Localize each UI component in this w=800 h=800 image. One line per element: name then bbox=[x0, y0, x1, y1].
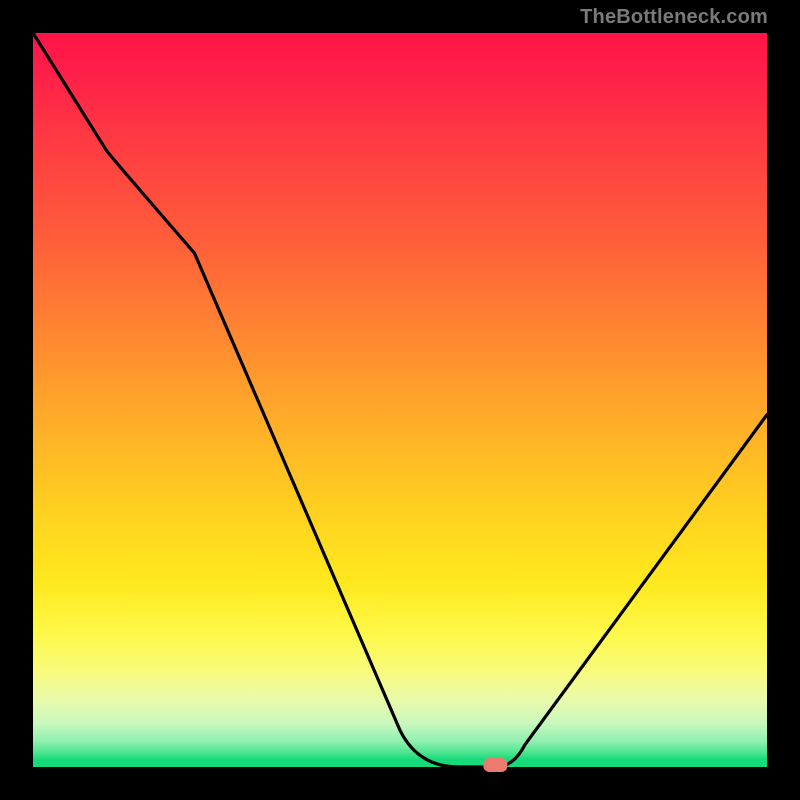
bottleneck-curve bbox=[33, 33, 767, 767]
chart-svg bbox=[33, 33, 767, 767]
chart-frame: TheBottleneck.com bbox=[0, 0, 800, 800]
watermark-text: TheBottleneck.com bbox=[580, 6, 768, 29]
plot-area bbox=[33, 33, 767, 767]
optimal-point-marker bbox=[483, 758, 507, 772]
